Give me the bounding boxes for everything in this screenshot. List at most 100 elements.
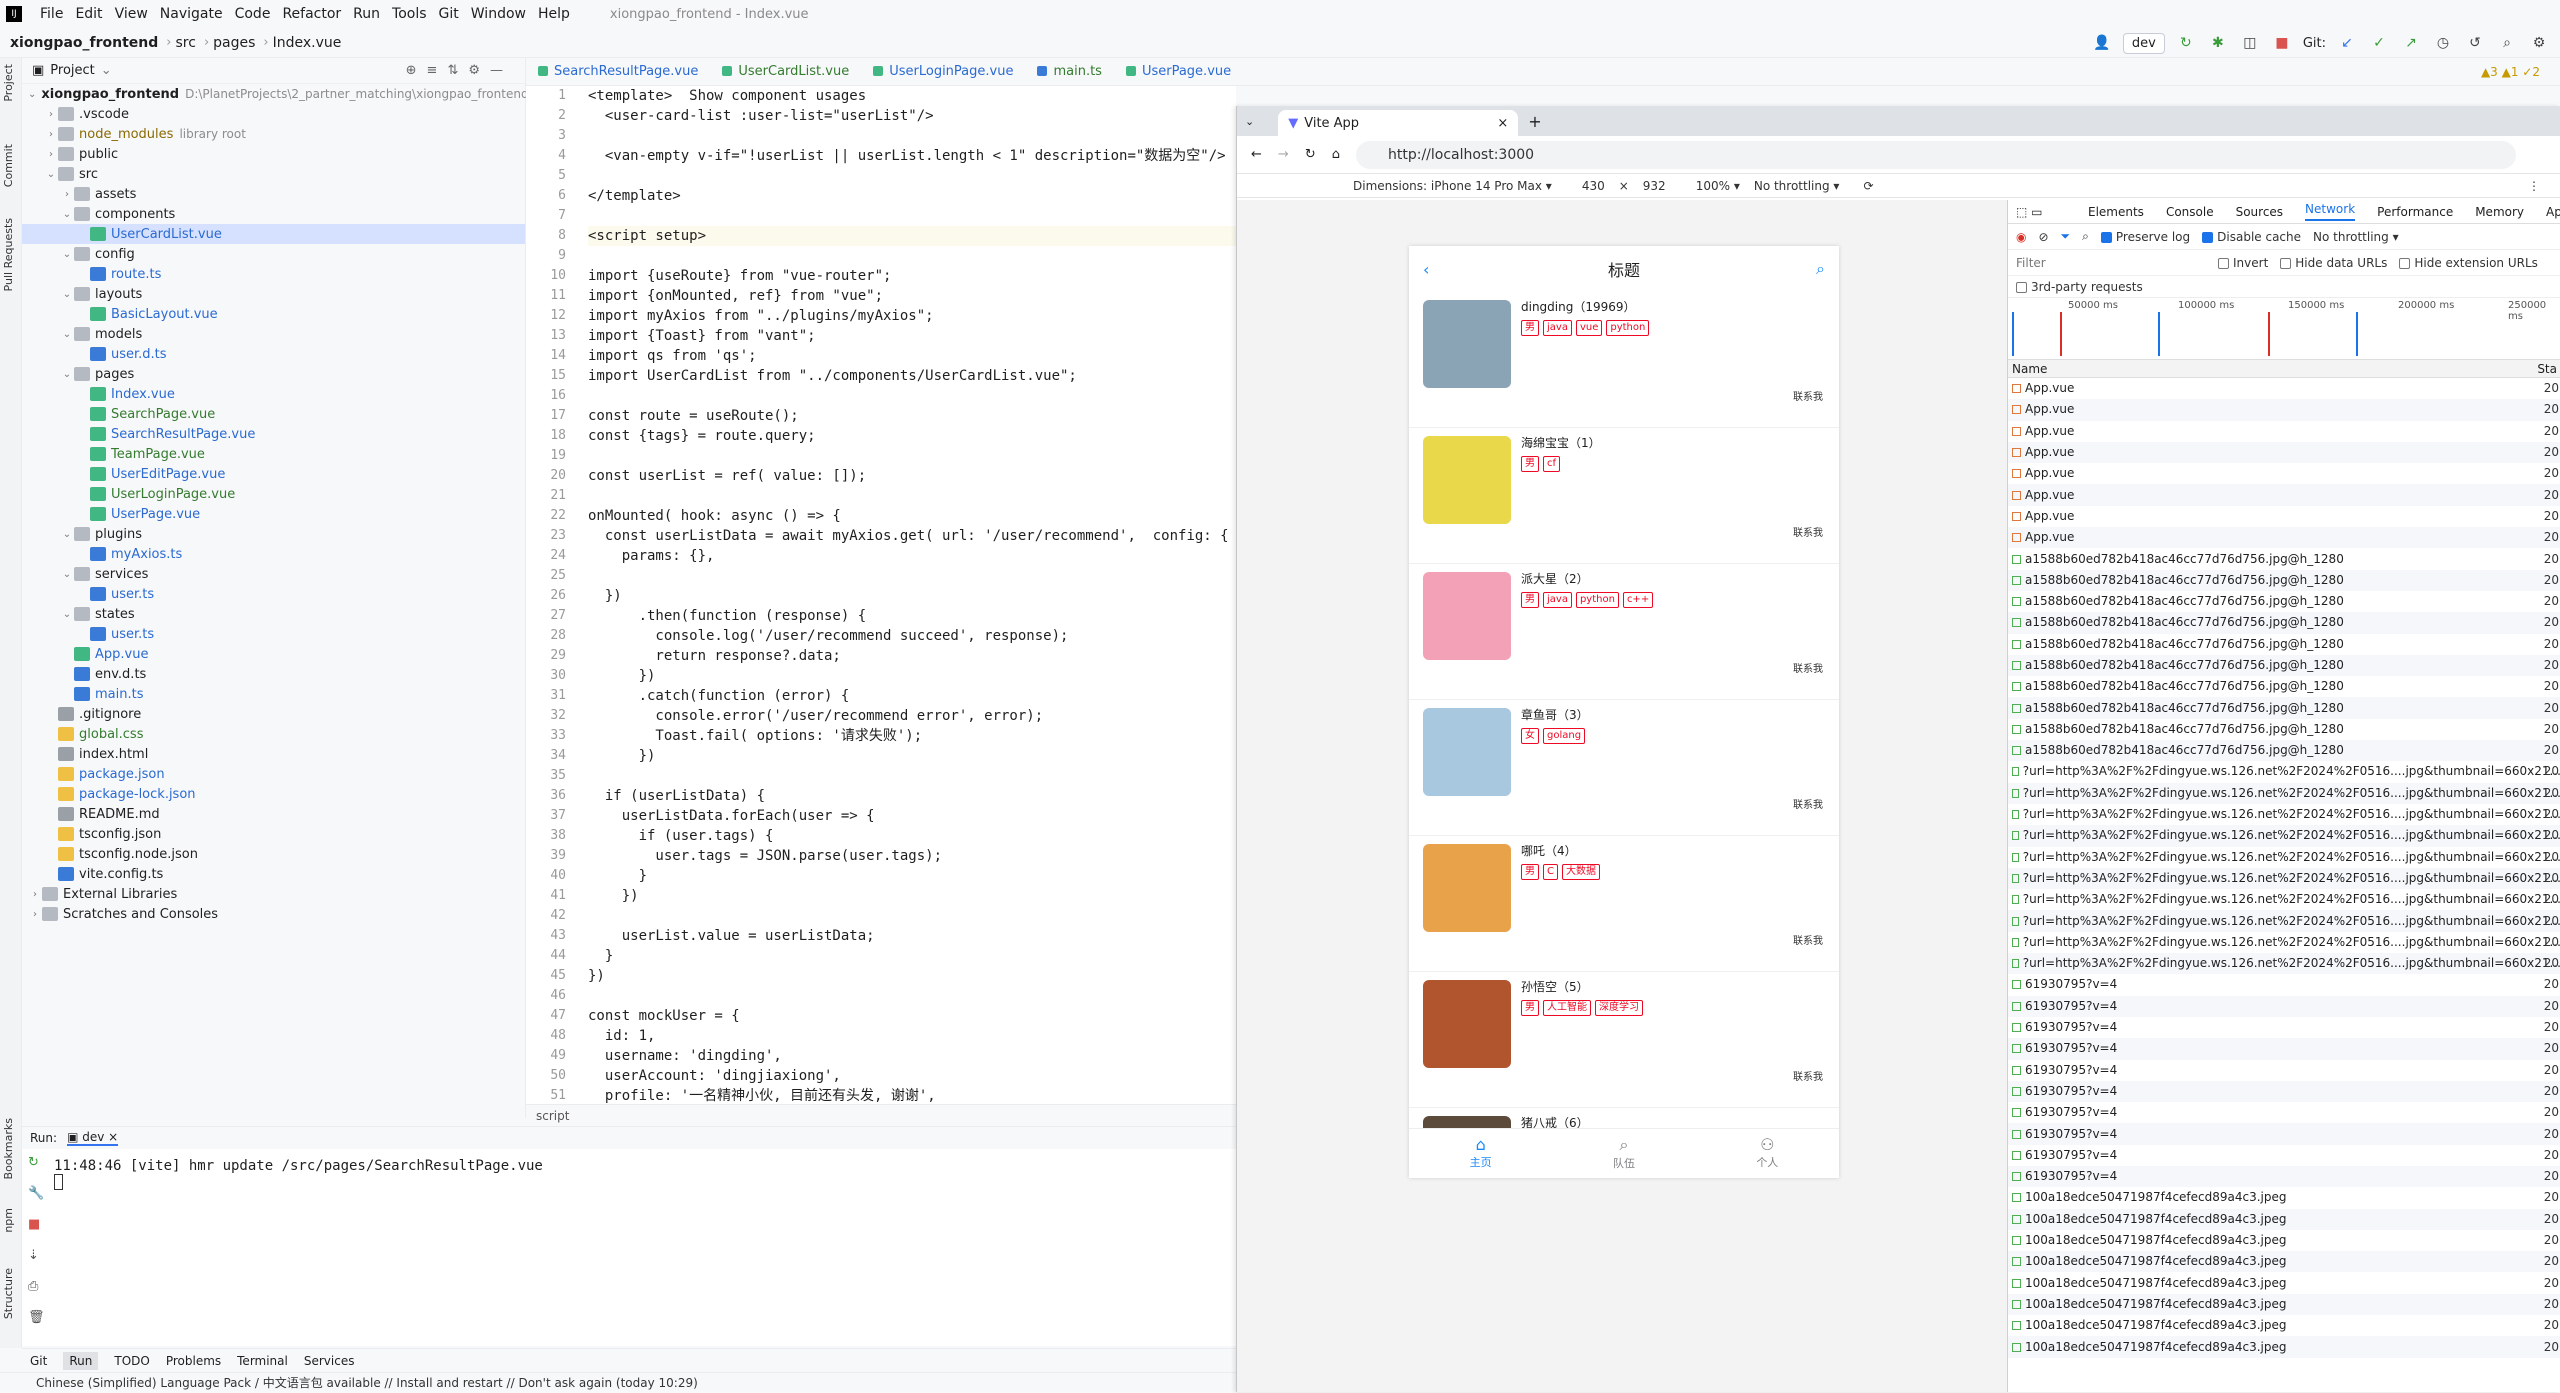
code-line[interactable] [588, 906, 1236, 926]
network-request-row[interactable]: App.vue 20 [2008, 506, 2560, 527]
trash-icon[interactable]: 🗑 [28, 1310, 45, 1325]
tree-item[interactable]: ⌄ pages [22, 364, 525, 384]
tree-item[interactable]: ⌄ components [22, 204, 525, 224]
disable-cache-checkbox[interactable]: Disable cache [2202, 230, 2301, 244]
tree-item[interactable]: ⌄ services [22, 564, 525, 584]
network-request-row[interactable]: 61930795?v=4 20 [2008, 1123, 2560, 1145]
devtools-tab-network[interactable]: Network [2305, 202, 2356, 221]
code-line[interactable]: console.error('/user/recommend error', e… [588, 706, 1236, 726]
user-card[interactable]: 章鱼哥（3） 女 golang 联系我 [1409, 700, 1839, 836]
stripe-pull-requests[interactable]: Pull Requests [2, 218, 15, 291]
rotate-icon[interactable]: ⟳ [1863, 179, 1873, 193]
tree-item[interactable]: TeamPage.vue [22, 444, 525, 464]
menu-view[interactable]: View [109, 6, 154, 22]
tree-item[interactable]: › .vscode [22, 104, 525, 124]
code-line[interactable]: }) [588, 746, 1236, 766]
code-line[interactable]: const userListData = await myAxios.get( … [588, 526, 1236, 546]
tree-item[interactable]: main.ts [22, 684, 525, 704]
tree-item[interactable]: ⌄ states [22, 604, 525, 624]
code-line[interactable] [588, 166, 1236, 186]
network-request-row[interactable]: ?url=http%3A%2F%2Fdingyue.ws.126.net%2F2… [2008, 782, 2560, 804]
code-line[interactable] [588, 486, 1236, 506]
panel-actions-icon[interactable]: ⊕≡⇅⚙— [406, 63, 513, 78]
git-push-icon[interactable]: ↗ [2400, 32, 2422, 54]
code-line[interactable]: <user-card-list :user-list="userList"/> [588, 106, 1236, 126]
network-request-row[interactable]: a1588b60ed782b418ac46cc77d76d756.jpg@h_1… [2008, 740, 2560, 762]
rerun-icon[interactable]: ↻ [2175, 32, 2197, 54]
tree-item[interactable]: ⌄ layouts [22, 284, 525, 304]
clear-icon[interactable]: ⊘ [2038, 230, 2048, 244]
code-line[interactable]: <script setup> [588, 226, 1236, 246]
editor-tab[interactable]: main.ts [1025, 58, 1113, 85]
tree-item[interactable]: README.md [22, 804, 525, 824]
tree-item[interactable]: SearchPage.vue [22, 404, 525, 424]
code-line[interactable]: const userList = ref( value: []); [588, 466, 1236, 486]
network-request-row[interactable]: a1588b60ed782b418ac46cc77d76d756.jpg@h_1… [2008, 697, 2560, 719]
devtools-tab-memory[interactable]: Memory [2475, 205, 2524, 219]
git-update-icon[interactable]: ↙ [2336, 32, 2358, 54]
network-request-row[interactable]: 61930795?v=4 20 [2008, 1102, 2560, 1123]
code-line[interactable]: }) [588, 886, 1236, 906]
tree-item[interactable]: .gitignore [22, 704, 525, 724]
code-line[interactable]: id: 1, [588, 1026, 1236, 1046]
code-line[interactable]: const mockUser = { [588, 1006, 1236, 1026]
code-line[interactable]: userListData.forEach(user => { [588, 806, 1236, 826]
network-request-row[interactable]: 100a18edce50471987f4cefecd89a4c3.jpeg 20 [2008, 1293, 2560, 1316]
git-commit-icon[interactable]: ✓ [2368, 32, 2390, 54]
tool-tab-services[interactable]: Services [304, 1354, 355, 1368]
network-request-row[interactable]: 100a18edce50471987f4cefecd89a4c3.jpeg 20 [2008, 1208, 2560, 1230]
browser-tab[interactable]: ▼ Vite App × [1278, 110, 1519, 136]
device-height[interactable]: 932 [1643, 179, 1666, 193]
code-line[interactable]: import {Toast} from "vant"; [588, 326, 1236, 346]
user-card[interactable]: 哪吒（4） 男 C 大数据 联系我 [1409, 836, 1839, 972]
devtools-tab-elements[interactable]: Elements [2088, 205, 2144, 219]
tree-item[interactable]: ⌄ xiongpao_frontend D:\PlanetProjects\2_pa… [22, 84, 529, 104]
tree-item[interactable]: user.ts [22, 624, 525, 644]
contact-button[interactable]: 联系我 [1793, 932, 1823, 947]
code-line[interactable]: user.tags = JSON.parse(user.tags); [588, 846, 1236, 866]
editor-tab[interactable]: UserCardList.vue [710, 58, 861, 85]
contact-button[interactable]: 联系我 [1793, 660, 1823, 675]
tree-item[interactable]: index.html [22, 744, 525, 764]
network-request-row[interactable]: a1588b60ed782b418ac46cc77d76d756.jpg@h_1… [2008, 676, 2560, 697]
code-line[interactable]: import UserCardList from "../components/… [588, 366, 1236, 386]
tabbar-item-3[interactable]: ⚇ 个人 [1696, 1129, 1839, 1178]
network-request-row[interactable]: ?url=http%3A%2F%2Fdingyue.ws.126.net%2F2… [2008, 867, 2560, 890]
network-request-row[interactable]: 100a18edce50471987f4cefecd89a4c3.jpeg 20 [2008, 1272, 2560, 1293]
tree-item[interactable]: UserPage.vue [22, 504, 525, 524]
stripe-structure[interactable]: Structure [2, 1268, 15, 1319]
network-request-row[interactable]: ?url=http%3A%2F%2Fdingyue.ws.126.net%2F2… [2008, 953, 2560, 975]
tree-item[interactable]: tsconfig.node.json [22, 844, 525, 864]
third-party-checkbox[interactable]: 3rd-party requests [2016, 280, 2143, 294]
tool-tab-problems[interactable]: Problems [166, 1354, 221, 1368]
reload-icon[interactable]: ↻ [1305, 147, 1316, 162]
breadcrumb-project[interactable]: xiongpao_frontend [10, 35, 158, 51]
network-request-row[interactable]: ?url=http%3A%2F%2Fdingyue.ws.126.net%2F2… [2008, 889, 2560, 910]
tree-item[interactable]: › Scratches and Consoles [22, 904, 525, 924]
tree-item[interactable]: UserLoginPage.vue [22, 484, 525, 504]
hide-data-urls-checkbox[interactable]: Hide data URLs [2280, 256, 2387, 270]
tree-item[interactable]: user.d.ts [22, 344, 525, 364]
code-line[interactable]: Toast.fail( options: '请求失败'); [588, 726, 1236, 746]
filter-icon[interactable]: ⏷ [2061, 229, 2071, 244]
menu-run[interactable]: Run [347, 6, 386, 22]
tree-item[interactable]: › External Libraries [22, 884, 525, 904]
code-line[interactable]: profile: '一名精神小伙, 目前还有头发, 谢谢', [588, 1086, 1236, 1106]
network-request-row[interactable]: ?url=http%3A%2F%2Fdingyue.ws.126.net%2F2… [2008, 932, 2560, 953]
search-icon[interactable]: ⌕ [2082, 229, 2089, 244]
inspect-icon[interactable]: ⬚ ▭ [2016, 205, 2043, 219]
contact-button[interactable]: 联系我 [1793, 1068, 1823, 1083]
tree-item[interactable]: myAxios.ts [22, 544, 525, 564]
filter-input[interactable]: Filter [2016, 256, 2206, 270]
menu-code[interactable]: Code [229, 6, 277, 22]
tool-tab-terminal[interactable]: Terminal [237, 1354, 288, 1368]
network-request-row[interactable]: 100a18edce50471987f4cefecd89a4c3.jpeg 20 [2008, 1251, 2560, 1273]
settings-icon[interactable]: ⚙ [2528, 32, 2550, 54]
url-input[interactable]: http://localhost:3000 [1355, 140, 2516, 169]
tree-item[interactable]: package.json [22, 764, 525, 784]
menu-tools[interactable]: Tools [386, 6, 433, 22]
user-card[interactable]: 海绵宝宝（1） 男 cf 联系我 [1409, 428, 1839, 564]
network-request-row[interactable]: 61930795?v=4 20 [2008, 1060, 2560, 1081]
code-line[interactable]: <template> Show component usages [588, 86, 1236, 106]
devtools-tab-console[interactable]: Console [2166, 205, 2214, 219]
